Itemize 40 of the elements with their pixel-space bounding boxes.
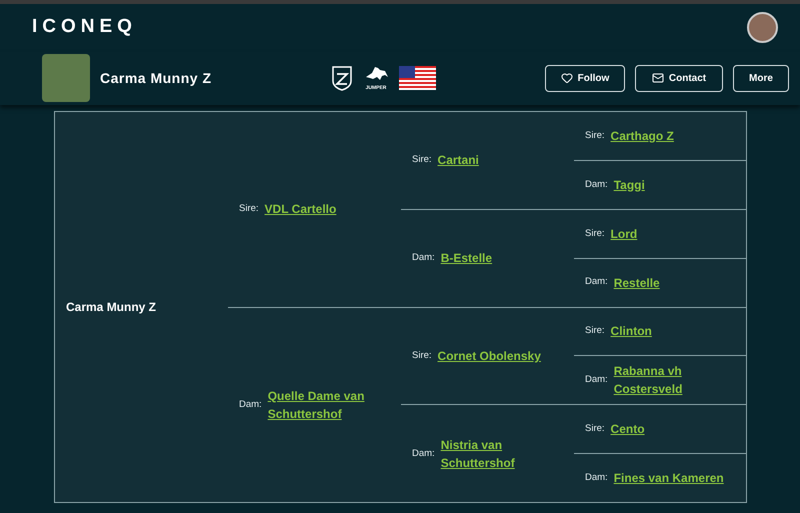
ancestor-link[interactable]: Nistria van Schuttershof (440, 436, 566, 472)
ancestor-link[interactable]: Clinton (610, 322, 652, 340)
relation-label: Sire: (585, 226, 605, 241)
relation-label: Dam: (585, 470, 608, 485)
relation-label: Sire: (239, 202, 259, 216)
photo-placeholder (42, 54, 90, 102)
relation-label: Sire: (585, 324, 605, 338)
ancestor-link[interactable]: Cento (610, 420, 645, 438)
heart-icon (560, 72, 573, 84)
ancestor-link[interactable]: Cartani (438, 151, 479, 170)
relation-label: Dam: (239, 398, 262, 412)
relation-label: Sire: (412, 153, 432, 168)
relation-label: Sire: (585, 128, 605, 143)
relation-label: Dam: (412, 446, 435, 460)
ancestor-link[interactable]: Restelle (614, 274, 660, 292)
ancestor-link[interactable]: Carthago Z (610, 126, 674, 145)
relation-label: Sire: (412, 348, 432, 363)
ancestor-link[interactable]: Rabanna vh Costersveld (614, 362, 739, 398)
flag-icon (399, 66, 436, 90)
relation-label: Dam: (585, 178, 608, 192)
relation-label: Dam: (412, 251, 435, 265)
relation-label: Dam: (585, 373, 608, 388)
user-avatar[interactable] (747, 12, 778, 44)
shield-icon (331, 65, 353, 92)
brand-logo[interactable]: ICONEQ (32, 13, 137, 42)
more-button[interactable]: More (733, 64, 789, 92)
ancestor-link[interactable]: Quelle Dame van Schuttershof (268, 386, 393, 423)
mail-icon (652, 72, 664, 84)
ancestor-link[interactable]: B-Estelle (440, 249, 492, 268)
relation-label: Dam: (585, 275, 608, 290)
ancestor-link[interactable]: Cornet Obolensky (438, 346, 541, 365)
ancestor-link[interactable]: Taggi (614, 176, 645, 194)
horse-title: Carma Munny Z (100, 68, 213, 88)
follow-button[interactable]: Follow (545, 64, 625, 92)
ancestor-link[interactable]: Lord (610, 224, 638, 243)
ancestor-link[interactable]: VDL Cartello (264, 200, 336, 218)
relation-label: Sire: (585, 422, 605, 436)
horse-name: Carma Munny Z (66, 299, 156, 316)
ancestor-link[interactable]: Fines van Kameren (614, 469, 724, 488)
contact-button[interactable]: Contact (635, 64, 723, 92)
